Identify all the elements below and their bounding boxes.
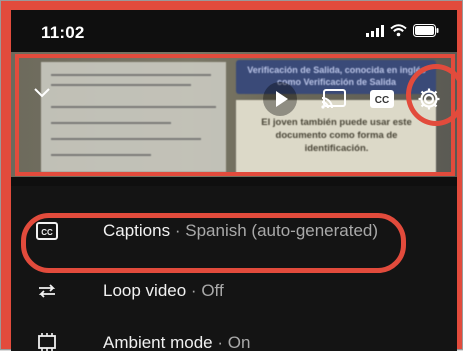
highlight-gear-circle (406, 64, 457, 126)
loop-label: Loop video (103, 281, 187, 300)
menu-item-loop-video[interactable]: Loop video · Off (11, 266, 457, 316)
loop-value: Off (201, 281, 224, 300)
annotation-frame: 11:02 Verificación de Salida, conocida e… (0, 0, 463, 351)
status-icons (366, 24, 439, 42)
wifi-icon (390, 24, 407, 42)
highlight-video-box (15, 54, 455, 176)
ambient-value: On (227, 333, 251, 351)
ambient-separator: · (217, 333, 224, 351)
status-time: 11:02 (41, 23, 85, 42)
menu-item-ambient-mode[interactable]: Ambient mode · On (11, 318, 457, 351)
status-bar: 11:02 (11, 10, 457, 52)
highlight-captions-pill (21, 213, 406, 273)
menu-item-label: Ambient mode · On (103, 333, 250, 351)
loop-icon (33, 277, 61, 305)
phone-screen: 11:02 Verificación de Salida, conocida e… (11, 10, 457, 351)
ambient-label: Ambient mode (103, 333, 213, 351)
ambient-mode-icon (33, 329, 61, 351)
loop-separator: · (190, 281, 197, 300)
battery-icon (413, 24, 439, 42)
signal-icon (366, 24, 384, 42)
menu-item-label: Loop video · Off (103, 281, 224, 301)
